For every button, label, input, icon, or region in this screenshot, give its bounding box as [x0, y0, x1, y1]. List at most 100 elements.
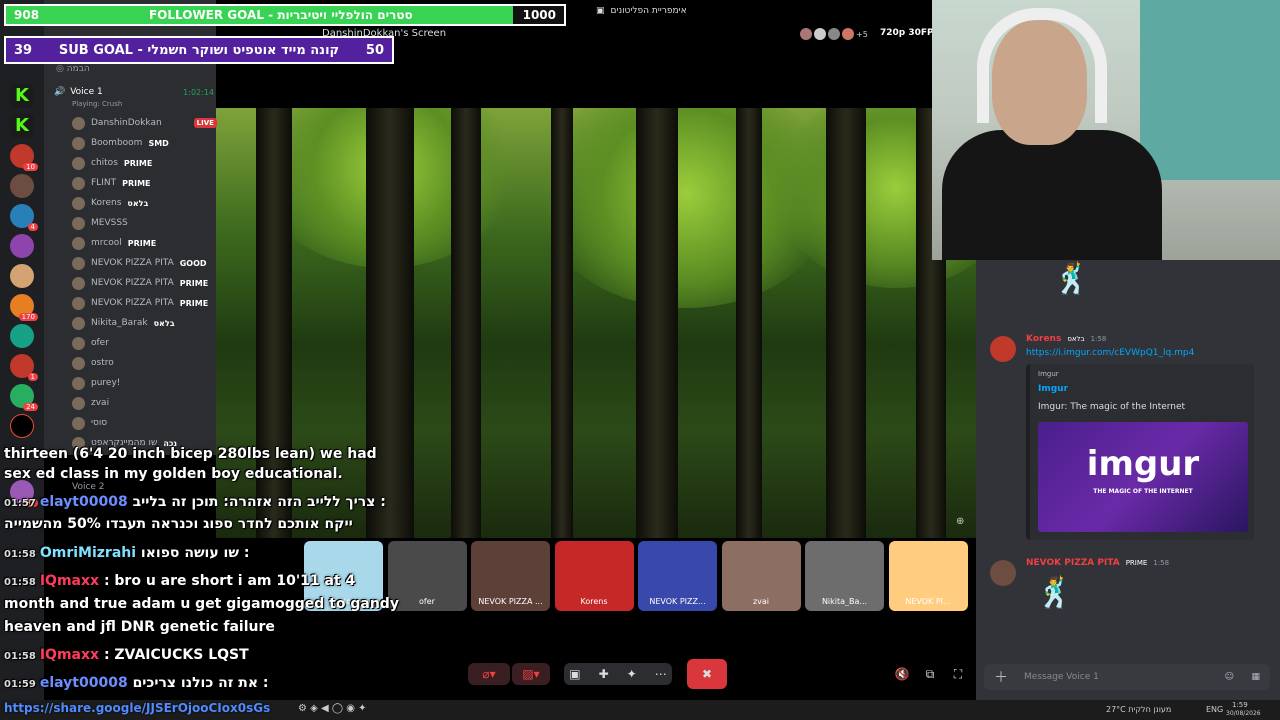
voice-member[interactable]: zvai — [72, 394, 115, 412]
dancing-gif: 🕺 — [1036, 576, 1074, 611]
imgur-logo: imgur — [1086, 444, 1200, 484]
voice-channel-1[interactable]: 🔊 Voice 1 1:02:14 — [54, 84, 214, 100]
member-name: Boomboom — [91, 138, 143, 148]
taskbar: https://share.google/JJSErOjooCIox0sGs ⚙… — [0, 700, 1280, 720]
voice-member[interactable]: סוסי — [72, 414, 113, 432]
server-icon[interactable]: 24 — [10, 384, 38, 411]
voice-member[interactable]: Nikita_Barak בלאס — [72, 314, 175, 332]
mute-button[interactable]: ⌀ ▾ — [468, 663, 510, 685]
fullscreen-icon[interactable]: ⛶ — [950, 663, 966, 685]
server-icon[interactable]: 1 — [10, 354, 38, 381]
member-tag: SMD — [148, 138, 169, 148]
chat-message: : ZVAICUCKS LQST — [103, 647, 249, 663]
volume-icon[interactable]: 🔇 — [894, 663, 910, 685]
chat-message: sex ed class in my golden boy educationa… — [4, 466, 343, 482]
popout-icon[interactable]: ⧉ — [922, 663, 938, 685]
member-name: MEVSSS — [91, 218, 128, 228]
camera-button[interactable]: ▨ ▾ — [512, 663, 550, 685]
chat-time: 01:58 — [4, 549, 36, 560]
voice-member[interactable]: ofer — [72, 334, 115, 352]
clock-time: 1:59 — [1232, 701, 1248, 709]
live-badge: LIVE — [193, 118, 217, 128]
server-icon[interactable]: 170 — [10, 294, 38, 321]
member-tag: PRIME — [179, 278, 209, 288]
server-kick[interactable]: K — [10, 114, 34, 138]
voice-member[interactable]: Korens בלאס — [72, 194, 148, 212]
voice-member[interactable]: MEVSSS — [72, 214, 134, 232]
participant-tile[interactable]: zvai — [721, 541, 801, 611]
participant-name: zvai — [752, 597, 770, 606]
voice-member[interactable]: DanshinDokkan LIVE — [72, 114, 217, 132]
screen-share-icon[interactable]: ▣ — [569, 667, 580, 681]
voice-member[interactable]: Boomboom SMD — [72, 134, 169, 152]
embed-title[interactable]: Imgur — [1038, 384, 1068, 394]
emoji-icon[interactable]: ☺ — [1225, 672, 1234, 682]
message-author[interactable]: NEVOK PIZZA PITA — [1026, 558, 1120, 568]
apps-icon[interactable]: ▦ — [1251, 672, 1260, 682]
avatar — [800, 28, 812, 40]
chat-message: ייקח אותכם לחדר ספוג וכנראה תעבדו 50% מה… — [4, 516, 353, 532]
chat-message: : bro u are short i am 10'11 at 4 — [103, 573, 356, 589]
participant-tile[interactable]: ofer — [387, 541, 467, 611]
embed-image[interactable]: imgur THE MAGIC OF THE INTERNET — [1038, 422, 1248, 532]
member-name: zvai — [91, 398, 110, 408]
chat-message: thirteen (6'4 20 inch bicep 280lbs lean)… — [4, 446, 377, 462]
server-icon[interactable] — [10, 414, 34, 438]
member-tag: PRIME — [127, 238, 157, 248]
member-name: NEVOK PIZZA PITA — [91, 278, 174, 288]
participant-tile[interactable]: NEVOK PI... — [888, 541, 968, 611]
follower-target: 1000 — [522, 8, 556, 22]
participant-tile[interactable]: NEVOK PIZZA ... — [471, 541, 550, 611]
voice-member[interactable]: ostro — [72, 354, 120, 372]
chat-panel: 🕺 Korens בלאס 1:58 https://i.imgur.com/c… — [976, 260, 1280, 700]
voice-member[interactable]: FLINT PRIME — [72, 174, 151, 192]
participant-tile[interactable]: Nikita_Ba... — [805, 541, 884, 611]
chat-time: 01:58 — [4, 577, 36, 588]
overlay-chat-line: heaven and jfl DNR genetic failure — [4, 619, 275, 635]
avatar — [72, 236, 85, 250]
language[interactable]: ENG — [1206, 705, 1223, 714]
server-icon[interactable] — [10, 264, 34, 288]
taskbar-app-icons[interactable]: ⚙ ◈ ◀ ◯ ◉ ✦ — [298, 703, 367, 714]
participant-tile[interactable]: Korens — [554, 541, 634, 611]
voice-member[interactable]: purey! — [72, 374, 126, 392]
link-embed: Imgur Imgur Imgur: The magic of the Inte… — [1026, 364, 1254, 540]
voice-member[interactable]: chitos PRIME — [72, 154, 152, 172]
more-icon[interactable]: ⋯ — [655, 667, 667, 681]
voice-member[interactable]: NEVOK PIZZA PITA GOOD — [72, 254, 207, 272]
server-icon[interactable]: 10 — [10, 144, 38, 171]
voice-member[interactable]: NEVOK PIZZA PITA PRIME — [72, 294, 208, 312]
server-icon[interactable] — [10, 234, 34, 258]
message-author[interactable]: Korens — [1026, 334, 1061, 344]
member-tag: PRIME — [123, 158, 153, 168]
server-kick[interactable]: K — [10, 84, 34, 108]
voice-member[interactable]: NEVOK PIZZA PITA PRIME — [72, 274, 208, 292]
overlay-chat-line: thirteen (6'4 20 inch bicep 280lbs lean)… — [4, 446, 377, 462]
zoom-icon[interactable]: ⊕ — [956, 516, 964, 527]
tree-trunk — [551, 108, 573, 538]
server-icon[interactable]: 4 — [10, 204, 38, 231]
voice-channel-2[interactable]: Voice 2 — [72, 482, 105, 492]
disconnect-button[interactable]: ✖ — [687, 659, 727, 689]
soundboard-icon[interactable]: ✦ — [627, 667, 637, 681]
server-icon[interactable] — [10, 174, 34, 198]
message-time: 1:58 — [1090, 335, 1107, 343]
participant-name: NEVOK PI... — [905, 597, 951, 606]
member-name: ofer — [91, 338, 109, 348]
message-input[interactable]: ＋ Message Voice 1 ☺ ▦ — [984, 664, 1270, 690]
overlay-chat-line: 01:57 elayt00008 צריך ללייב הזה אזהרה: תו… — [4, 494, 386, 510]
participant-tile[interactable]: NEVOK PIZZ... — [638, 541, 717, 611]
message-link[interactable]: https://i.imgur.com/cEVWpQ1_lq.mp4 — [1026, 348, 1194, 358]
chat-time: 01:59 — [4, 679, 36, 690]
voice-member[interactable]: mrcool PRIME — [72, 234, 156, 252]
server-icon[interactable] — [10, 324, 34, 348]
member-name: NEVOK PIZZA PITA — [91, 298, 174, 308]
follower-goal-bar: 908 FOLLOWER GOAL - סטרים הולפליי ויטיבר… — [4, 4, 566, 26]
viewer-avatars[interactable]: +5 — [800, 28, 868, 40]
add-attachment-icon[interactable]: ＋ — [994, 667, 1008, 687]
tree-trunk — [736, 108, 762, 538]
chat-username: IQmaxx — [39, 647, 100, 663]
activities-icon[interactable]: ✚ — [599, 667, 609, 681]
streamer-body — [942, 130, 1162, 260]
avatar — [72, 276, 85, 290]
